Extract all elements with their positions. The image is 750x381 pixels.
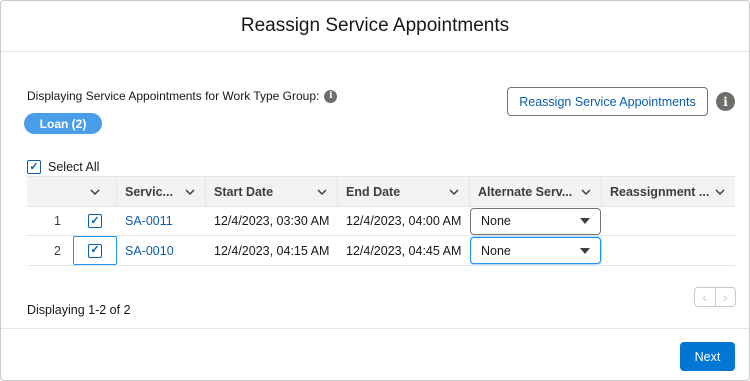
row-number: 2 [54,243,61,258]
reassign-service-appointments-button[interactable]: Reassign Service Appointments [507,87,708,116]
column-header-end-date[interactable]: End Date [338,177,470,206]
pagination-controls: ‹ › [694,287,736,307]
modal-header: Reassign Service Appointments [1,1,749,52]
alternate-service-value: None [481,214,511,228]
service-appointment-cell[interactable]: SA-0010 [117,236,206,265]
select-all-label: Select All [48,160,100,174]
chevron-down-icon[interactable] [447,185,461,199]
row-number: 1 [54,214,61,228]
column-header-row-number [27,177,73,206]
alternate-service-select[interactable]: None [470,207,601,235]
alternate-service-value: None [481,243,511,258]
end-date-cell: 12/4/2023, 04:00 AM [346,214,462,228]
reassign-modal: Reassign Service Appointments Displaying… [0,0,750,381]
row-checkbox[interactable]: ✓ [88,243,102,258]
chevron-down-icon[interactable] [579,185,593,199]
work-type-label: Displaying Service Appointments for Work… [27,89,320,103]
select-all-checkbox[interactable]: ✓ [27,160,41,174]
info-icon[interactable]: i [716,92,735,111]
column-header-reassignment[interactable]: Reassignment ... [602,177,735,206]
chevron-right-icon[interactable]: › [716,288,736,306]
table-row: 2 ✓ SA-0010 12/4/2023, 04:15 AM 12/4/202… [27,236,735,265]
table-header: Servic... Start Date End Date Alternate … [27,177,735,207]
end-date-cell: 12/4/2023, 04:45 AM [346,243,462,258]
modal-title: Reassign Service Appointments [240,15,510,36]
reassignment-cell [602,207,735,235]
select-all[interactable]: ✓ Select All [27,160,99,174]
start-date-cell: 12/4/2023, 04:15 AM [214,243,330,258]
alternate-service-select[interactable]: None [470,237,601,264]
info-icon[interactable]: i [324,89,338,103]
modal-footer: Next [1,328,749,380]
alternate-service-cell: None [470,207,602,235]
pagination-status: Displaying 1-2 of 2 [27,303,131,317]
work-type-group-pill[interactable]: Loan (2) [24,113,102,134]
work-type-label-row: Displaying Service Appointments for Work… [27,89,338,103]
column-header-start-date[interactable]: Start Date [206,177,338,206]
start-date-cell: 12/4/2023, 03:30 AM [214,214,330,228]
reassignment-cell [602,236,735,265]
service-appointment-link[interactable]: SA-0011 [125,214,173,228]
chevron-left-icon[interactable]: ‹ [695,288,716,306]
table-row: 1 ✓ SA-0011 12/4/2023, 03:30 AM 12/4/202… [27,207,735,236]
chevron-down-icon[interactable] [713,185,727,199]
column-header-select[interactable] [73,177,117,206]
appointments-table: Servic... Start Date End Date Alternate … [27,176,735,266]
chevron-down-icon[interactable] [315,185,329,199]
alternate-service-cell: None [470,236,602,265]
caret-down-icon [580,247,590,254]
next-button[interactable]: Next [680,342,735,371]
row-select-cell[interactable]: ✓ [73,236,117,265]
column-header-alternate-service[interactable]: Alternate Serv... [470,177,602,206]
chevron-down-icon[interactable] [88,185,102,199]
caret-down-icon [580,218,590,224]
row-select-cell[interactable]: ✓ [73,207,117,235]
service-appointment-link[interactable]: SA-0010 [125,244,174,258]
service-appointment-cell[interactable]: SA-0011 [117,207,206,235]
column-header-service[interactable]: Servic... [117,177,206,206]
chevron-down-icon[interactable] [183,185,197,199]
row-checkbox[interactable]: ✓ [88,214,102,228]
